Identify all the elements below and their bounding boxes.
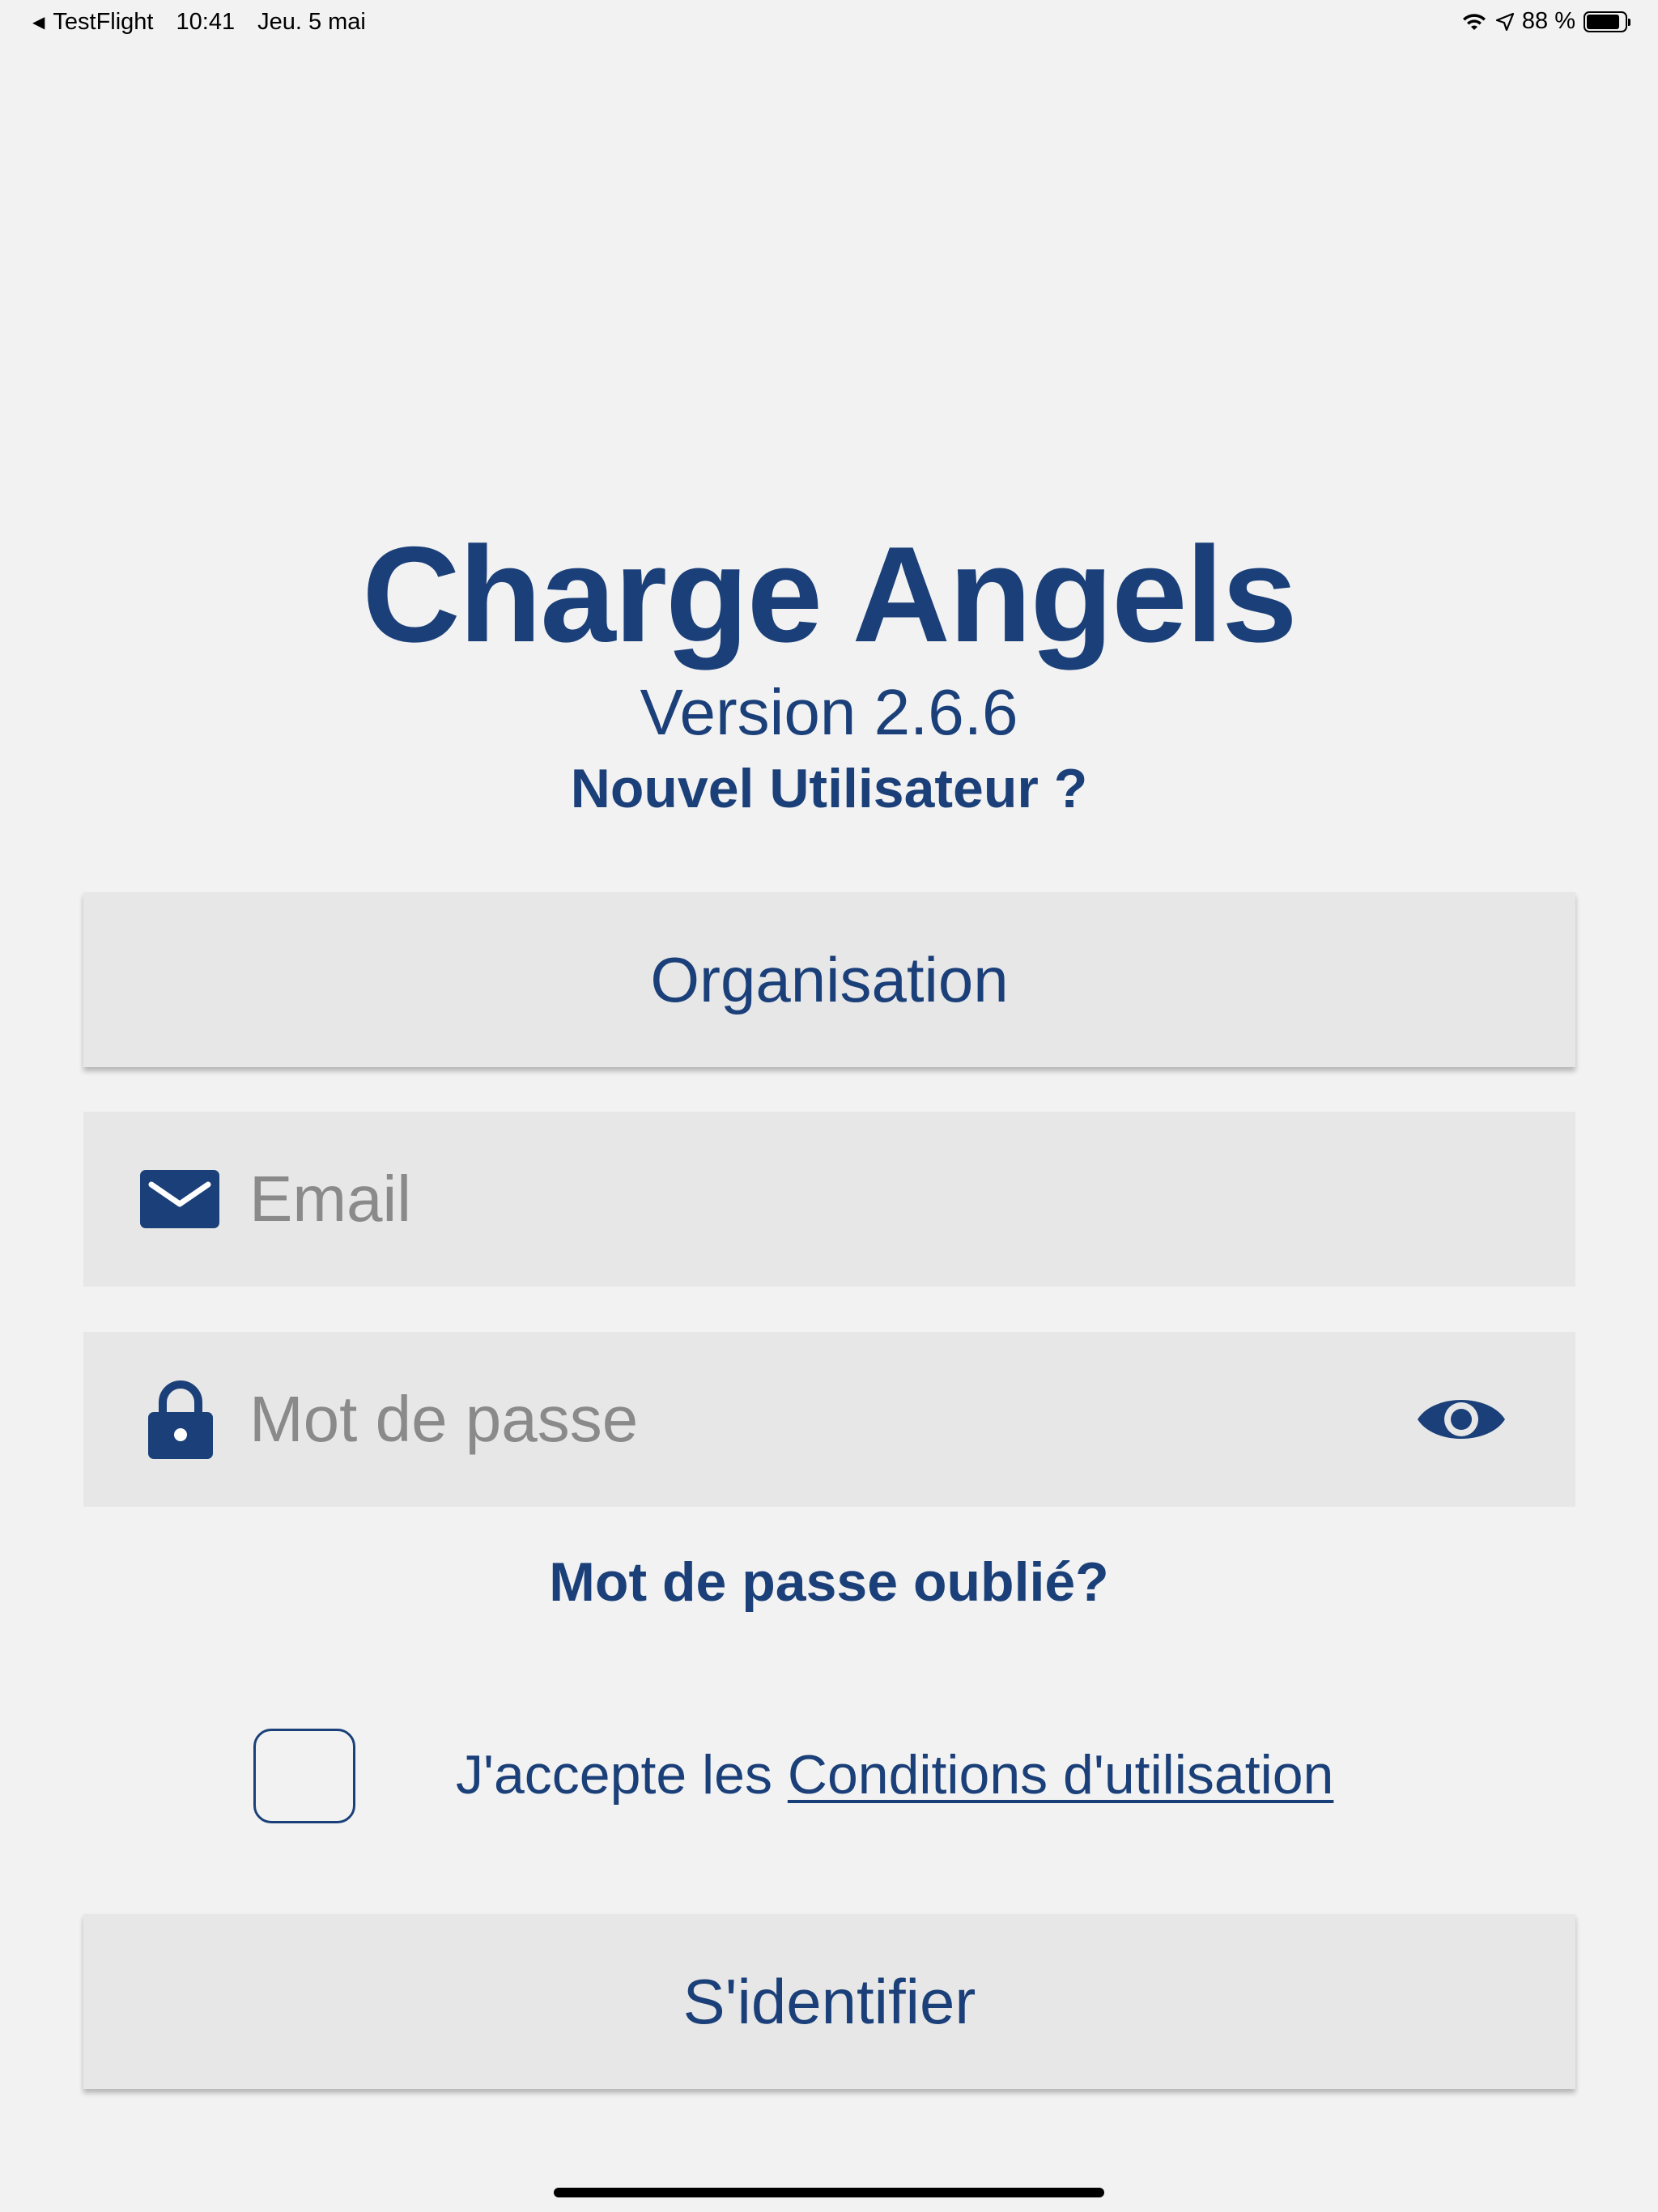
wifi-icon (1462, 13, 1486, 30)
status-date: Jeu. 5 mai (257, 9, 366, 35)
terms-prefix: J'accepte les (456, 1744, 788, 1806)
new-user-link[interactable]: Nouvel Utilisateur ? (0, 761, 1658, 816)
status-bar: ◀ TestFlight 10:41 Jeu. 5 mai 88 % (0, 0, 1658, 45)
status-left: ◀ TestFlight 10:41 Jeu. 5 mai (32, 9, 366, 36)
email-placeholder: Email (249, 1163, 412, 1235)
terms-checkbox[interactable] (253, 1729, 355, 1823)
back-to-app-label[interactable]: TestFlight (53, 9, 153, 36)
lock-icon (148, 1380, 213, 1459)
email-field[interactable]: Email (83, 1112, 1575, 1287)
app-title: Charge Angels (362, 518, 1297, 670)
terms-label: J'accepte les Conditions d'utilisation (456, 1747, 1333, 1802)
home-indicator[interactable] (554, 2188, 1104, 2197)
envelope-icon (140, 1170, 219, 1228)
forgot-password-link[interactable]: Mot de passe oublié? (0, 1555, 1658, 1610)
battery-percent: 88 % (1521, 8, 1575, 34)
status-right: 88 % (1462, 8, 1630, 35)
battery-fill (1587, 14, 1620, 29)
password-field[interactable]: Mot de passe (83, 1332, 1575, 1507)
terms-link[interactable]: Conditions d'utilisation (788, 1744, 1334, 1806)
login-button[interactable]: S'identifier (83, 1914, 1575, 2089)
organisation-button-label: Organisation (650, 943, 1009, 1015)
status-time: 10:41 (176, 9, 236, 35)
login-button-label: S'identifier (682, 1965, 976, 2037)
battery-icon (1584, 11, 1630, 32)
organisation-button[interactable]: Organisation (83, 892, 1575, 1067)
eye-icon[interactable] (1416, 1390, 1507, 1448)
location-arrow-icon (1495, 12, 1514, 31)
back-arrow-icon[interactable]: ◀ (32, 12, 45, 32)
app-version: Version 2.6.6 (640, 676, 1018, 748)
password-placeholder: Mot de passe (249, 1383, 639, 1455)
